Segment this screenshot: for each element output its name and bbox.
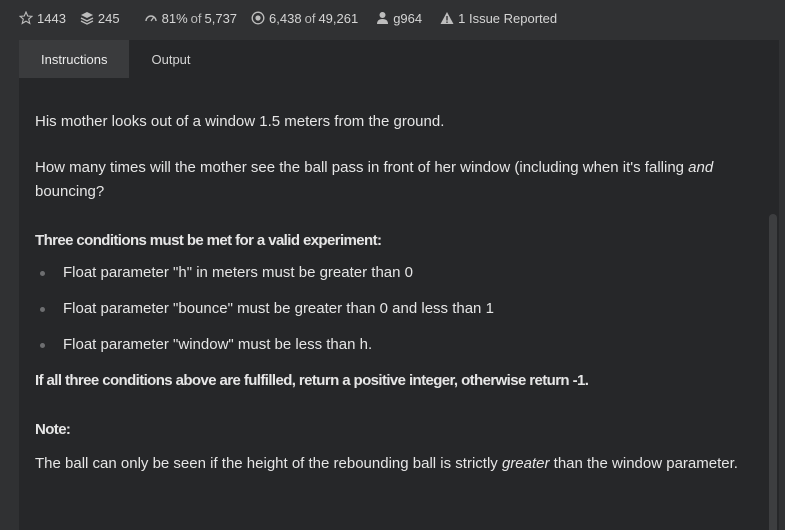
instructions-content[interactable]: His mother looks out of a window 1.5 met… [19,78,767,530]
star-icon [19,11,33,25]
condition-item: Float parameter "h" in meters must be gr… [35,261,751,285]
conditions-list: Float parameter "h" in meters must be gr… [35,261,751,357]
window-height-paragraph: His mother looks out of a window 1.5 met… [35,113,445,130]
stars-count: 1443 [37,10,66,26]
user-icon [376,11,389,25]
collections-stat: 245 [80,11,120,26]
stack-icon [80,11,94,25]
kata-stats-bar: 1443 245 81% of 5,737 6,438 of 49,261 g9… [0,0,785,36]
content-scrollbar[interactable] [767,78,779,530]
tab-output[interactable]: Output [129,40,212,78]
author-stat[interactable]: g964 [376,11,422,26]
collections-count: 245 [97,10,120,26]
description-panel: Instructions Output His mother looks out… [19,40,779,530]
author-name[interactable]: g964 [393,11,422,26]
satisfaction-rate: 81% [161,10,188,26]
conditions-heading: Three conditions must be met for a valid… [35,232,382,249]
bullet-dot [40,307,45,312]
completions-total: 49,261 [318,10,359,26]
condition-text: Float parameter "window" must be less th… [63,336,373,353]
satisfaction-votes: 5,737 [204,10,238,26]
question-emphasis: and [688,159,714,176]
note-heading: Note: [35,421,71,438]
result-heading: If all three conditions above are fulfil… [35,372,589,389]
question-paragraph: How many times will the mother see the b… [35,156,751,204]
note-emphasis: greater [501,455,550,472]
condition-item: Float parameter "window" must be less th… [35,333,751,357]
tab-instructions[interactable]: Instructions [19,40,130,78]
scrollbar-thumb[interactable] [769,214,777,530]
completions-stat: 6,438 of 49,261 [251,11,358,26]
target-icon [251,11,265,25]
note-text-start: The ball can only be seen if the height … [35,455,502,472]
note-text-end: than the window parameter. [549,455,738,472]
bullet-dot [40,343,45,348]
question-text-start: How many times will the mother see the b… [35,159,689,176]
satisfaction-of: of [190,10,202,26]
note-paragraph: The ball can only be seen if the height … [35,452,751,476]
issues-stat[interactable]: 1 Issue Reported [440,11,557,26]
bullet-dot [40,271,45,276]
condition-item: Float parameter "bounce" must be greater… [35,297,751,321]
clipped-previous-text [35,78,751,82]
satisfaction-stat: 81% of 5,737 [144,11,237,26]
issues-text[interactable]: 1 Issue Reported [458,11,557,26]
stars-stat[interactable]: 1443 [19,11,66,26]
question-text-end: bouncing? [35,183,105,200]
warning-icon [440,11,454,25]
condition-text: Float parameter "bounce" must be greater… [63,300,494,317]
condition-text: Float parameter "h" in meters must be gr… [63,264,413,281]
completions-of: of [304,10,316,26]
completions-count: 6,438 [269,10,302,26]
gauge-icon [144,11,158,25]
panel-tabs: Instructions Output [19,40,779,78]
